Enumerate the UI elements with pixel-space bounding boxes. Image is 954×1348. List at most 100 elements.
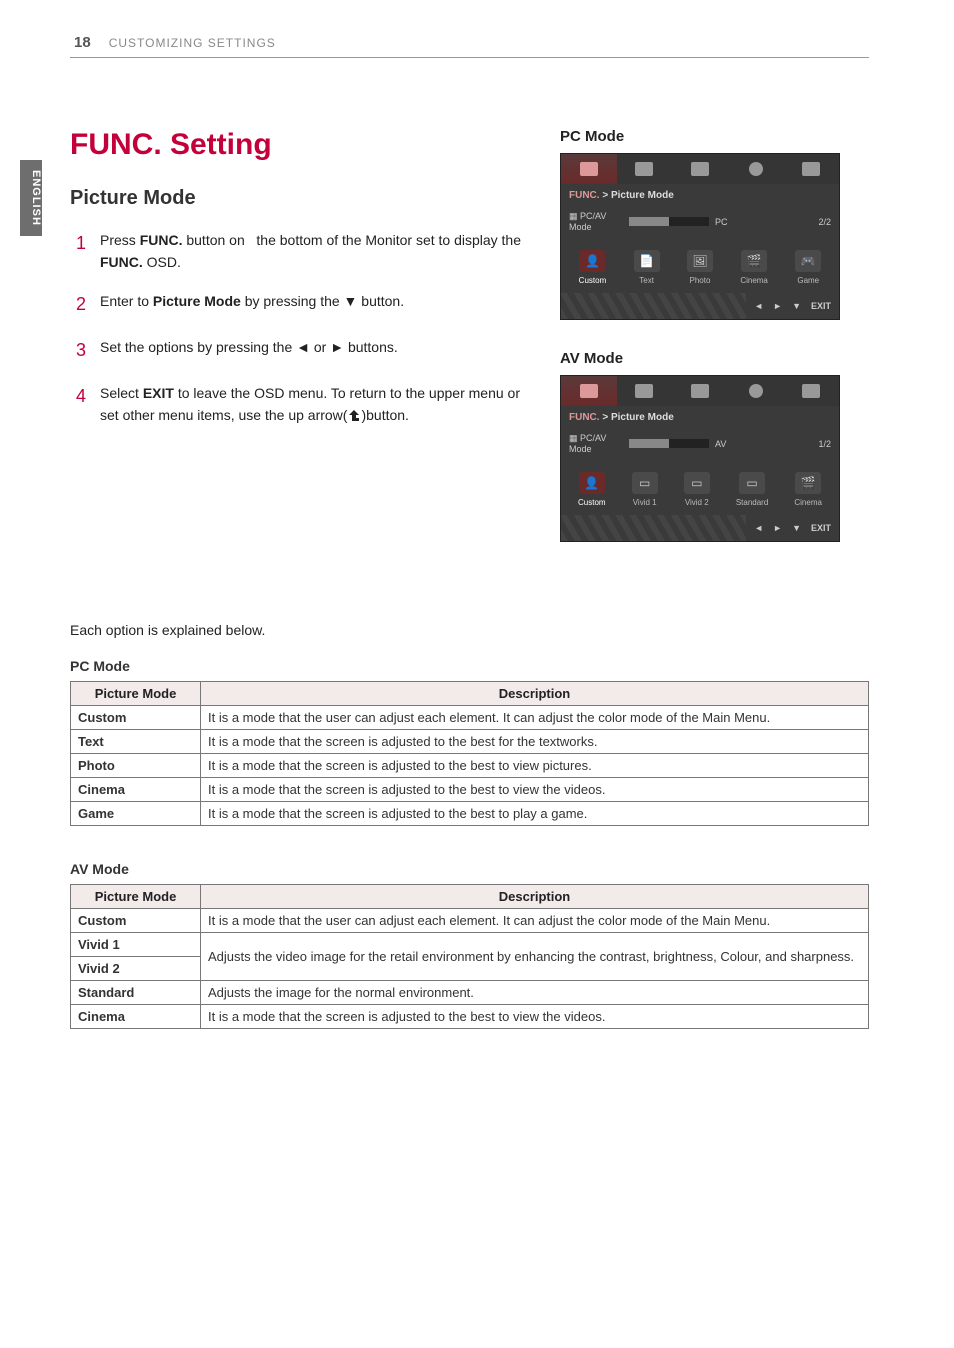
page-header: 18 CUSTOMIZING SETTINGS [70,34,869,58]
osd-item-icon: ▭ [632,472,658,494]
osd-down-icon[interactable]: ▼ [792,301,801,311]
osd-down-icon[interactable]: ▼ [792,523,801,533]
osd-item-label: Vivid 2 [685,498,709,507]
av-table-title: AV Mode [70,861,869,877]
osd-item-label: Cinema [794,498,822,507]
step-number: 1 [76,230,90,273]
osd-pc-item-game[interactable]: 🎮Game [795,250,821,285]
pc-table-head-mode: Picture Mode [71,682,201,706]
osd-av-crumb-main: FUNC. [569,412,600,423]
pc-table-title: PC Mode [70,658,869,674]
osd-av-paging: 1/2 [818,439,831,449]
osd-av-item-custom[interactable]: 👤Custom [578,472,606,507]
mode-cell: Vivid 2 [71,957,201,981]
page-number: 18 [74,34,91,51]
mode-cell: Custom [71,706,201,730]
pc-mode-table: Picture Mode Description CustomIt is a m… [70,681,869,826]
pc-table-head-desc: Description [201,682,869,706]
osd-av-item-vivid2[interactable]: ▭Vivid 2 [684,472,710,507]
osd-av-row-label: PC/AV Mode [569,433,606,454]
osd-pc-bar-value: PC [715,217,728,227]
page-title: FUNC. Setting [70,128,530,162]
osd-pc-item-text[interactable]: 📄Text [634,250,660,285]
table-row: GameIt is a mode that the screen is adju… [71,802,869,826]
step-text: Press FUNC. button on the bottom of the … [100,230,530,273]
osd-av-item-standard[interactable]: ▭Standard [736,472,768,507]
osd-right-icon[interactable]: ► [773,301,782,311]
osd-av-item-cinema[interactable]: 🎬Cinema [794,472,822,507]
osd-tab-icon-2[interactable] [617,376,673,406]
table-row: Vivid 1Adjusts the video image for the r… [71,933,869,957]
osd-av-crumb-sub: Picture Mode [611,412,674,423]
osd-tab-func-icon[interactable] [561,376,617,406]
osd-av: FUNC. > Picture Mode ▦ PC/AV Mode AV 1/2… [560,375,840,542]
osd-tab-func-icon[interactable] [561,154,617,184]
osd-pc-breadcrumb: FUNC. > Picture Mode [561,184,839,207]
osd-tab-icon-3[interactable] [672,376,728,406]
osd-av-crumb-sep: > [602,412,608,423]
osd-pc-item-custom[interactable]: 👤 Custom [579,250,607,285]
osd-pc-item-photo[interactable]: 🖼 Photo [687,250,713,285]
osd-pc-items: 👤 Custom 📄Text 🖼 Photo 🎬Cinema 🎮Game [561,236,839,293]
osd-item-label: Custom [579,276,607,285]
step-number: 4 [76,383,90,426]
step-number: 3 [76,337,90,365]
osd-pc-bar [629,217,709,226]
section-title: CUSTOMIZING SETTINGS [109,36,276,50]
osd-tab-icon-2[interactable] [617,154,673,184]
osd-left-icon[interactable]: ◄ [754,301,763,311]
step-item: 2Enter to Picture Mode by pressing the ▼… [76,291,530,319]
steps-list: 1Press FUNC. button on the bottom of the… [70,230,530,427]
osd-item-icon: 🎬 [741,250,767,272]
mode-cell: Vivid 1 [71,933,201,957]
osd-item-label: Standard [736,498,768,507]
table-row: TextIt is a mode that the screen is adju… [71,730,869,754]
osd-pc-item-cinema[interactable]: 🎬Cinema [740,250,768,285]
osd-pc-mode-row: ▦ PC/AV Mode PC 2/2 [561,207,839,236]
mode-cell: Custom [71,909,201,933]
desc-cell: It is a mode that the screen is adjusted… [201,730,869,754]
osd-av-bottom: ◄ ► ▼ EXIT [561,515,839,541]
mode-cell: Standard [71,981,201,1005]
picture-mode-heading: Picture Mode [70,187,530,210]
desc-cell: Adjusts the video image for the retail e… [201,933,869,981]
osd-stripes [561,293,746,319]
desc-cell: It is a mode that the screen is adjusted… [201,778,869,802]
av-mode-heading: AV Mode [560,350,869,367]
mode-cell: Cinema [71,778,201,802]
osd-item-icon: 🎮 [795,250,821,272]
osd-av-tabs [561,376,839,406]
desc-cell: It is a mode that the user can adjust ea… [201,909,869,933]
osd-pc-exit-button[interactable]: EXIT [811,301,831,311]
desc-cell: It is a mode that the screen is adjusted… [201,1005,869,1029]
osd-pc-row-label: PC/AV Mode [569,211,606,232]
mode-cell: Game [71,802,201,826]
osd-item-icon: 👤 [579,250,605,272]
av-table-head-desc: Description [201,885,869,909]
osd-av-item-vivid1[interactable]: ▭Vivid 1 [632,472,658,507]
osd-av-exit-button[interactable]: EXIT [811,523,831,533]
table-row: CustomIt is a mode that the user can adj… [71,706,869,730]
osd-tab-icon-3[interactable] [672,154,728,184]
osd-pc-tabs [561,154,839,184]
osd-pc-bottom: ◄ ► ▼ EXIT [561,293,839,319]
av-table-head-mode: Picture Mode [71,885,201,909]
osd-tab-icon-5[interactable] [783,376,839,406]
osd-pc-crumb-main: FUNC. [569,190,600,201]
osd-tab-globe-icon[interactable] [728,376,784,406]
mode-cell: Text [71,730,201,754]
osd-av-bar-value: AV [715,439,726,449]
osd-item-label: Photo [690,276,711,285]
mode-cell: Cinema [71,1005,201,1029]
osd-item-icon: 🖼 [687,250,713,272]
table-row: StandardAdjusts the image for the normal… [71,981,869,1005]
osd-right-icon[interactable]: ► [773,523,782,533]
mode-cell: Photo [71,754,201,778]
osd-tab-globe-icon[interactable] [728,154,784,184]
osd-tab-icon-5[interactable] [783,154,839,184]
osd-item-icon: 📄 [634,250,660,272]
step-text: Select EXIT to leave the OSD menu. To re… [100,383,530,426]
osd-left-icon[interactable]: ◄ [754,523,763,533]
osd-item-icon: 👤 [579,472,605,494]
table-row: CinemaIt is a mode that the screen is ad… [71,778,869,802]
